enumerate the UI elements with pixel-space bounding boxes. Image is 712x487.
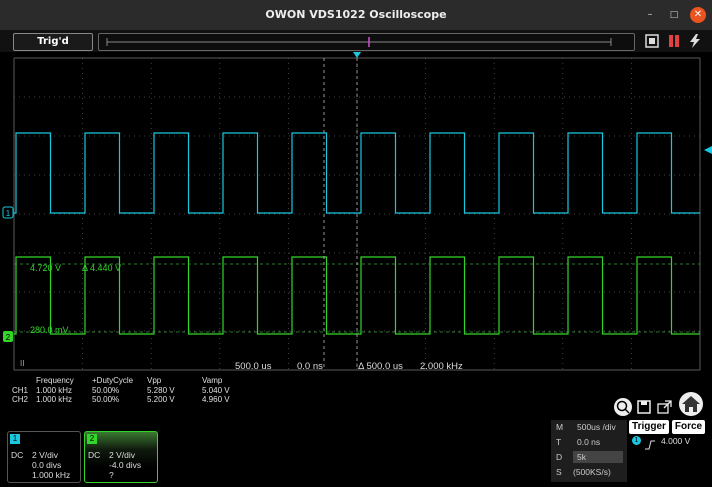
- acquisition-info-panel: M 500us /div T 0.0 ns D 5k S (500KS/s): [551, 420, 627, 482]
- meas-header: Vamp: [202, 376, 223, 385]
- meas-header: +DutyCycle: [92, 376, 134, 385]
- ch1-number: 1: [10, 434, 20, 444]
- acq-value[interactable]: 5k: [577, 452, 586, 462]
- cursor-delta-t-label: Δ 500.0 us: [358, 361, 403, 372]
- meas-value: 5.280 V: [147, 386, 175, 395]
- meas-value: 4.960 V: [202, 395, 230, 404]
- ch2-frequency: ?: [109, 470, 114, 480]
- force-button[interactable]: Force: [672, 420, 705, 434]
- meas-header: Frequency: [36, 376, 74, 385]
- cursor-v1-label: 4.720 V: [30, 263, 61, 273]
- maximize-icon[interactable]: □: [666, 7, 682, 23]
- fullscreen-icon[interactable]: [645, 34, 659, 48]
- meas-value: 50.00%: [92, 395, 120, 404]
- timebase-position-bar[interactable]: [98, 33, 635, 51]
- rising-edge-icon: [645, 435, 655, 454]
- acq-key: T: [556, 437, 562, 447]
- ch1-frequency: 1.000 kHz: [32, 470, 71, 480]
- acq-key: M: [556, 422, 564, 432]
- cursor-delta-v-label: Δ 4.440 V: [82, 263, 121, 273]
- acq-value: 500us /div: [577, 422, 616, 432]
- waveform-display[interactable]: 1 2 4.720 V Δ 4.440 V 280.0 mV II 500.0 …: [0, 52, 712, 374]
- run-state-label: II: [20, 359, 24, 368]
- window-title: OWON VDS1022 Oscilloscope: [265, 8, 447, 21]
- meas-ch-label: CH1: [12, 386, 29, 395]
- autoset-icon[interactable]: [688, 34, 702, 48]
- home-icon[interactable]: [679, 392, 703, 416]
- ch2-coupling: DC: [88, 450, 101, 460]
- trigger-status-button[interactable]: Trig'd: [13, 33, 93, 51]
- acq-value: (500KS/s): [573, 467, 611, 477]
- meas-value: 5.200 V: [147, 395, 175, 404]
- ch1-coupling: DC: [11, 450, 24, 460]
- ch2-settings-box[interactable]: 2 DC 2 V/div -4.0 divs ?: [84, 431, 158, 483]
- ch2-number: 2: [87, 434, 97, 444]
- cursor-frequency-label: 2.000 kHz: [420, 361, 463, 372]
- timebase-label: 500.0 us: [235, 361, 272, 372]
- acq-key: S: [556, 467, 562, 477]
- meas-ch-label: CH2: [12, 395, 29, 404]
- acq-value: 0.0 ns: [577, 437, 601, 447]
- trigger-level-value: 4.000 V: [661, 436, 691, 446]
- meas-value: 1.000 kHz: [36, 386, 73, 395]
- time-offset-label: 0.0 ns: [297, 361, 323, 372]
- meas-value: 1.000 kHz: [36, 395, 73, 404]
- ch1-settings-box[interactable]: 1 DC 2 V/div 0.0 divs 1.000 kHz: [7, 431, 81, 483]
- ch2-offset: -4.0 divs: [109, 460, 142, 470]
- svg-text:1: 1: [6, 209, 11, 218]
- export-icon[interactable]: [656, 398, 674, 416]
- trigger-source-badge: 1: [632, 436, 641, 445]
- svg-text:2: 2: [6, 333, 11, 342]
- save-icon[interactable]: [635, 398, 653, 416]
- minimize-icon[interactable]: –: [642, 7, 658, 23]
- acq-key: D: [556, 452, 563, 462]
- trigger-button[interactable]: Trigger: [629, 420, 669, 434]
- toolbar: Trig'd: [0, 30, 712, 52]
- meas-header: Vpp: [147, 376, 162, 385]
- ch2-scale: 2 V/div: [109, 450, 135, 460]
- ch1-scale: 2 V/div: [32, 450, 58, 460]
- close-icon[interactable]: ✕: [690, 7, 706, 23]
- ch1-offset: 0.0 divs: [32, 460, 62, 470]
- pause-icon[interactable]: [667, 34, 681, 48]
- meas-value: 5.040 V: [202, 386, 230, 395]
- ch2-ground-marker[interactable]: 2: [3, 331, 13, 342]
- title-bar: OWON VDS1022 Oscilloscope – □ ✕: [0, 0, 712, 30]
- meas-value: 50.00%: [92, 386, 120, 395]
- zoom-icon[interactable]: [614, 398, 632, 416]
- cursor-v2-label: 280.0 mV: [30, 325, 69, 335]
